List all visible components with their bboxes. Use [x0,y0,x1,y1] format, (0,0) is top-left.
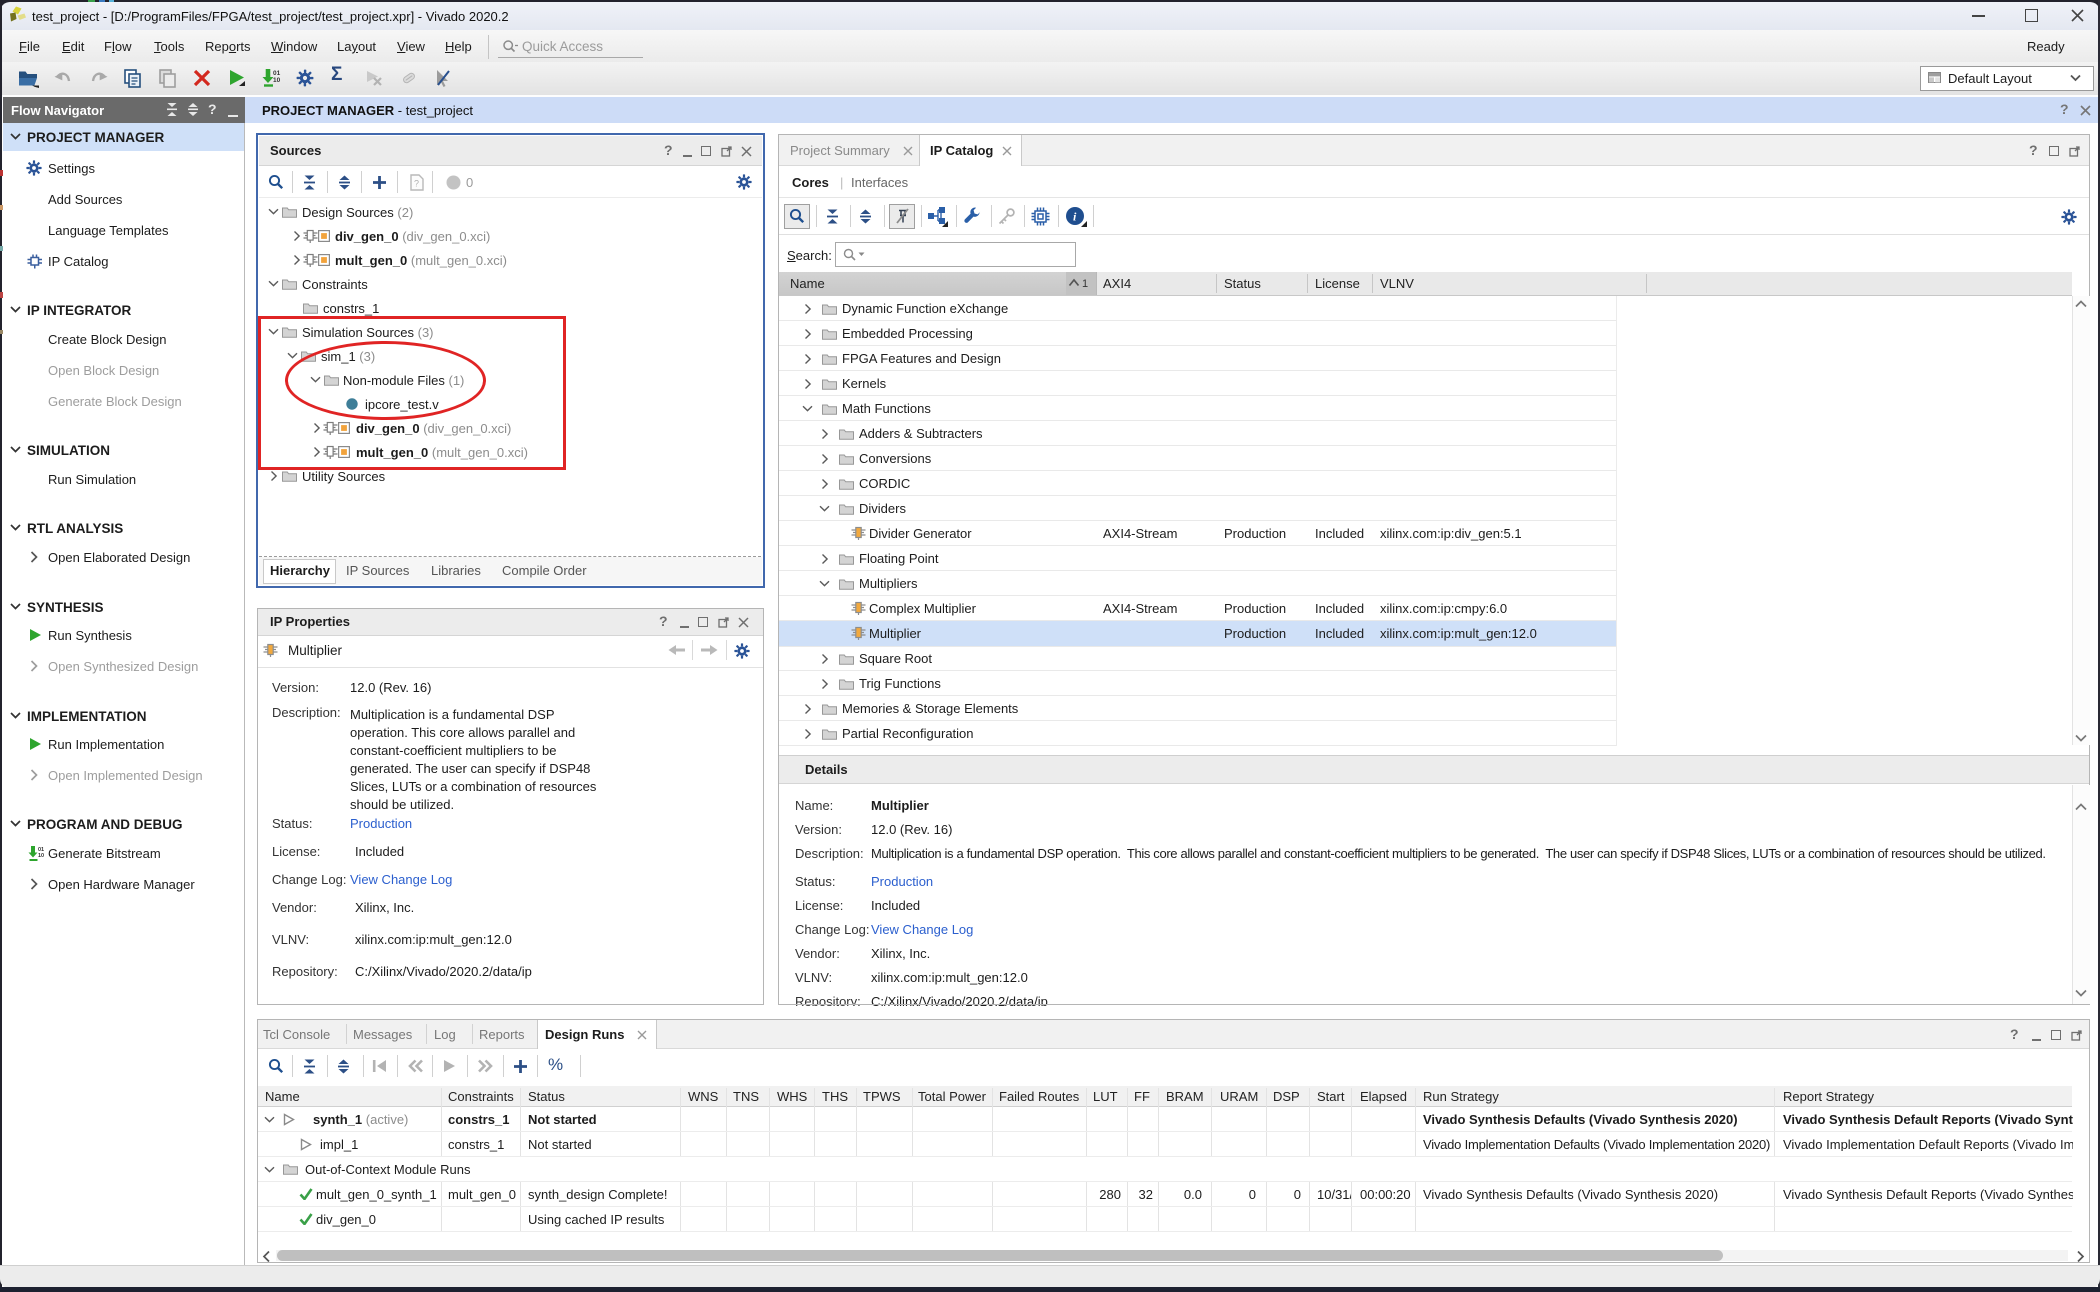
svg-text:?: ? [414,179,419,189]
svg-text:10: 10 [38,853,44,859]
svg-text:01: 01 [273,70,281,77]
svg-text:10: 10 [273,77,281,84]
